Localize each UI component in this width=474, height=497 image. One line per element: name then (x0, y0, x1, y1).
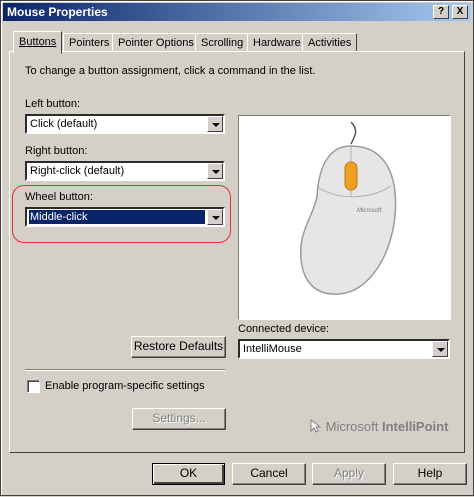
brand-name: IntelliPoint (381, 419, 449, 434)
ok-button[interactable]: OK (152, 463, 225, 485)
connected-device-dropdown-arrow-icon[interactable] (432, 341, 448, 357)
connected-device-label: Connected device: (238, 323, 330, 335)
mouse-logo-text: Microsoft (357, 208, 382, 214)
apply-button[interactable]: Apply (312, 463, 386, 485)
help-button[interactable]: Help (393, 463, 467, 485)
wheel-button-highlight (12, 185, 231, 243)
left-button-dropdown-arrow-icon[interactable] (207, 116, 223, 132)
connected-device-value: IntelliMouse (243, 343, 302, 355)
left-button-select[interactable]: Click (default) (25, 114, 225, 134)
left-button-label: Left button: (25, 98, 81, 110)
separator-line (25, 369, 225, 371)
right-button-label: Right button: (25, 145, 88, 157)
instruction-text: To change a button assignment, click a c… (25, 65, 316, 77)
cancel-button[interactable]: Cancel (232, 463, 306, 485)
connected-device-select[interactable]: IntelliMouse (238, 339, 450, 359)
right-button-dropdown-arrow-icon[interactable] (207, 163, 223, 179)
mouse-image: Microsoft (300, 121, 397, 295)
intellipoint-brand: Microsoft IntelliPoint (310, 418, 449, 434)
left-button-value: Click (default) (30, 118, 98, 130)
mouse-properties-window: Mouse Properties ? X Buttons Pointers Po… (0, 0, 474, 496)
mouse-preview: Microsoft (238, 115, 451, 320)
right-button-select[interactable]: Right-click (default) (25, 161, 225, 181)
settings-button[interactable]: Settings... (132, 408, 226, 430)
restore-defaults-button[interactable]: Restore Defaults (131, 336, 226, 358)
right-button-value: Right-click (default) (30, 165, 125, 177)
program-specific-label[interactable]: Enable program-specific settings (45, 380, 205, 392)
program-specific-checkbox[interactable] (27, 380, 40, 393)
pointer-arrow-icon (310, 418, 322, 433)
brand-prefix: Microsoft (325, 419, 379, 434)
